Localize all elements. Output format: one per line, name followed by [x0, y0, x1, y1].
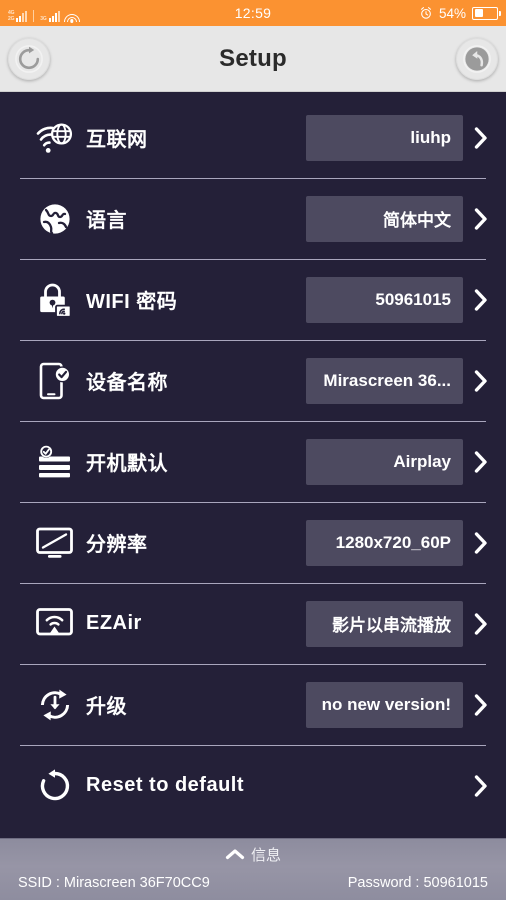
- alarm-clock-icon: [420, 7, 431, 19]
- settings-row-label: 语言: [86, 210, 127, 232]
- settings-row-resolution[interactable]: 分辨率 1280x720_60P: [0, 502, 506, 583]
- setup-screen: 4G 2G 3G 12:59 54% Setup 互联网 liuhp 语言 简体…: [0, 0, 506, 900]
- settings-row-value[interactable]: Mirascreen 36...: [306, 357, 463, 404]
- chevron-right-icon[interactable]: [470, 288, 492, 312]
- settings-row-label: WIFI 密码: [86, 291, 178, 313]
- bottom-info-bar: 信息 SSID : Mirascreen 36F70CC9 Password :…: [0, 838, 506, 900]
- chevron-right-icon[interactable]: [470, 693, 492, 717]
- chevron-right-icon[interactable]: [470, 207, 492, 231]
- globe-icon: [34, 198, 76, 240]
- info-label: 信息: [250, 846, 281, 864]
- airplay-icon: [34, 603, 76, 645]
- settings-row-value[interactable]: 1280x720_60P: [306, 519, 463, 566]
- status-bar: 4G 2G 3G 12:59 54%: [0, 0, 506, 26]
- chevron-right-icon[interactable]: [470, 531, 492, 555]
- settings-row-label: 互联网: [86, 129, 148, 151]
- password-text: Password : 50961015: [347, 875, 488, 891]
- battery-icon: [472, 6, 501, 20]
- settings-row-language[interactable]: 语言 简体中文: [0, 178, 506, 259]
- battery-fill: [474, 9, 483, 17]
- settings-row-device-name[interactable]: 设备名称 Mirascreen 36...: [0, 340, 506, 421]
- settings-row-value[interactable]: 简体中文: [306, 195, 463, 242]
- settings-row-value: [306, 763, 463, 809]
- settings-row-value[interactable]: Airplay: [306, 438, 463, 485]
- lock-wifi-icon: [34, 279, 76, 321]
- app-header: Setup: [0, 26, 506, 92]
- battery-percent-label: 54%: [438, 5, 466, 21]
- settings-row-upgrade[interactable]: 升级 no new version!: [0, 664, 506, 745]
- chevron-right-icon[interactable]: [470, 450, 492, 474]
- refresh-icon: [15, 44, 43, 73]
- settings-row-reset-to-default[interactable]: Reset to default: [0, 745, 506, 826]
- reset-icon: [34, 765, 76, 807]
- chevron-right-icon[interactable]: [470, 774, 492, 798]
- settings-row-label: 升级: [86, 696, 127, 718]
- settings-list: 互联网 liuhp 语言 简体中文 WIFI 密码 50961015 设备名称 …: [0, 92, 506, 838]
- settings-row-boot-default[interactable]: 开机默认 Airplay: [0, 421, 506, 502]
- settings-row-label: 开机默认: [86, 453, 168, 475]
- status-bar-right-icons: 54%: [419, 0, 501, 26]
- back-button[interactable]: [456, 37, 498, 80]
- chevron-right-icon[interactable]: [470, 126, 492, 150]
- upgrade-icon: [34, 684, 76, 726]
- undo-back-icon: [463, 44, 491, 73]
- chevron-right-icon[interactable]: [470, 369, 492, 393]
- settings-row-value[interactable]: 50961015: [306, 276, 463, 323]
- settings-row-internet[interactable]: 互联网 liuhp: [0, 97, 506, 178]
- page-title: Setup: [219, 44, 287, 72]
- refresh-button[interactable]: [8, 37, 50, 80]
- settings-row-wifi-password[interactable]: WIFI 密码 50961015: [0, 259, 506, 340]
- info-expand-toggle[interactable]: 信息: [0, 839, 506, 869]
- list-check-icon: [34, 441, 76, 483]
- settings-row-label: 分辨率: [86, 534, 148, 556]
- ssid-text: SSID : Mirascreen 36F70CC9: [18, 875, 210, 891]
- settings-row-value[interactable]: 影片以串流播放: [306, 600, 463, 647]
- settings-row-value[interactable]: liuhp: [306, 114, 463, 161]
- settings-row-label: 设备名称: [86, 372, 168, 394]
- wifi-globe-icon: [34, 117, 76, 159]
- device-check-icon: [34, 360, 76, 402]
- chevron-right-icon[interactable]: [470, 612, 492, 636]
- settings-row-label: EZAir: [86, 612, 142, 634]
- settings-row-label: Reset to default: [86, 774, 245, 796]
- settings-row-value[interactable]: no new version!: [306, 681, 463, 728]
- caret-up-icon: [225, 849, 245, 860]
- credentials-row: SSID : Mirascreen 36F70CC9 Password : 50…: [0, 869, 506, 900]
- monitor-icon: [34, 522, 76, 564]
- settings-row-ezair[interactable]: EZAir 影片以串流播放: [0, 583, 506, 664]
